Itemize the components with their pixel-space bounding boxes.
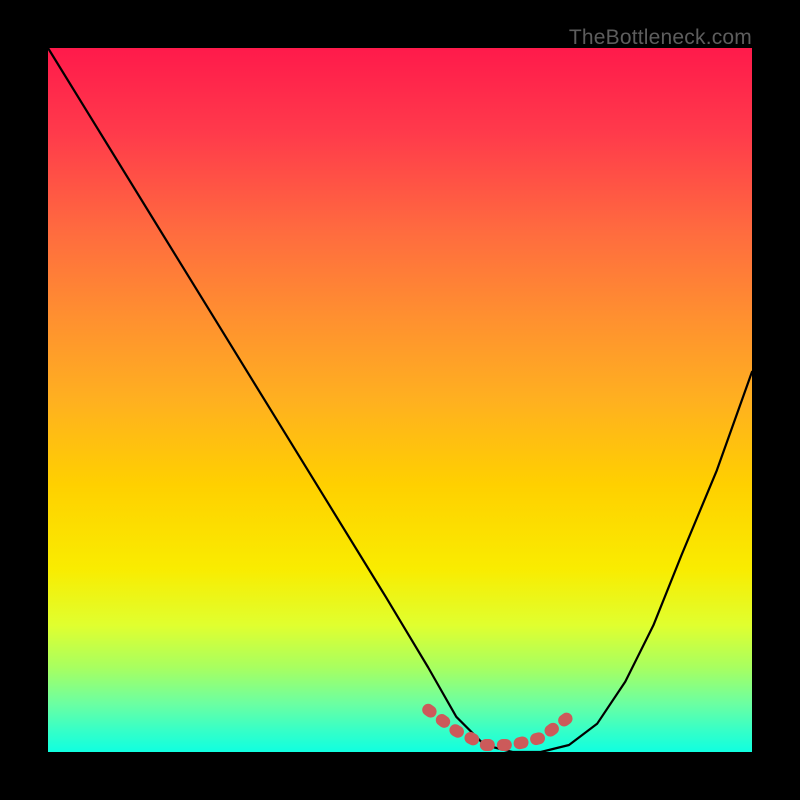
bottleneck-curve (48, 48, 752, 752)
watermark: TheBottleneck.com (569, 26, 752, 50)
optimal-plateau-highlight (428, 710, 569, 745)
chart-frame: TheBottleneck.com (0, 0, 800, 800)
chart-overlay (48, 48, 752, 752)
